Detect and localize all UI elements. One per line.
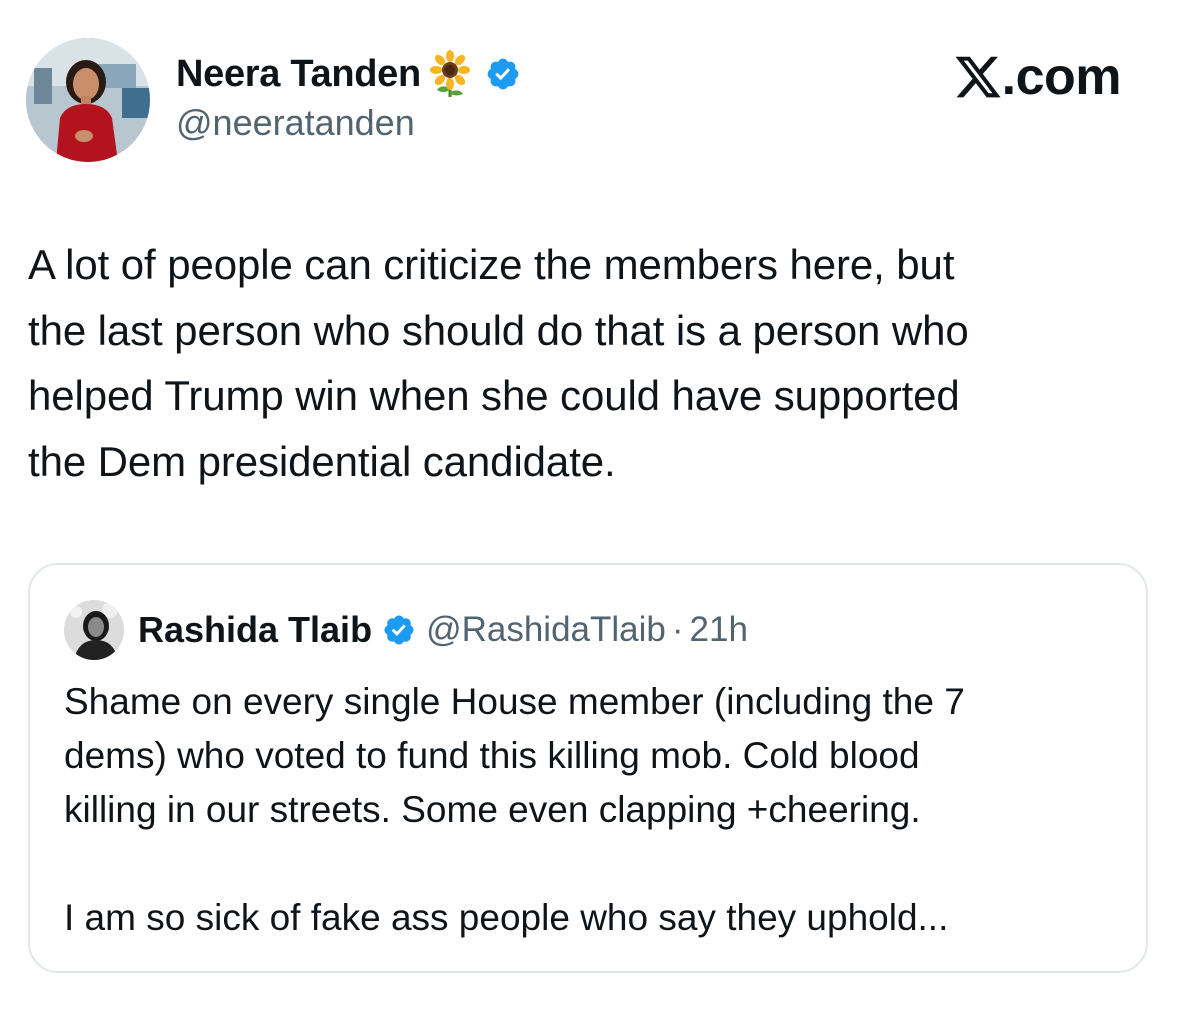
avatar-photo xyxy=(26,38,150,162)
quoted-author-name[interactable]: Rashida Tlaib xyxy=(138,609,372,651)
author-display-name[interactable]: Neera Tanden xyxy=(176,53,421,96)
quoted-post-card[interactable]: Rashida Tlaib @RashidaTlaib · 21h Shame … xyxy=(28,563,1148,973)
separator-dot: · xyxy=(671,610,684,649)
sunflower-icon xyxy=(429,50,470,97)
quoted-verified-badge-icon[interactable] xyxy=(382,613,416,647)
author-block: Neera Tanden @neeratanden xyxy=(176,50,521,144)
quoted-author-avatar[interactable] xyxy=(64,600,124,660)
post-text: A lot of people can criticize the member… xyxy=(28,241,969,485)
quoted-post-text: Shame on every single House member (incl… xyxy=(64,681,965,938)
author-handle[interactable]: @neeratanden xyxy=(176,102,521,144)
author-avatar[interactable] xyxy=(26,38,150,162)
post-screenshot: Neera Tanden @neeratanden .com A lot of … xyxy=(0,0,1179,1030)
quoted-post-timestamp[interactable]: 21h xyxy=(690,610,748,650)
brand-text: .com xyxy=(1001,48,1122,106)
author-name-row: Neera Tanden xyxy=(176,50,521,98)
brand-watermark: .com xyxy=(953,48,1122,106)
x-logo-icon xyxy=(955,56,1001,98)
verified-badge-icon[interactable] xyxy=(485,56,521,92)
quoted-post-header: Rashida Tlaib @RashidaTlaib · 21h xyxy=(64,599,748,661)
quoted-avatar-photo xyxy=(64,600,124,660)
quoted-author-handle[interactable]: @RashidaTlaib xyxy=(426,610,666,650)
